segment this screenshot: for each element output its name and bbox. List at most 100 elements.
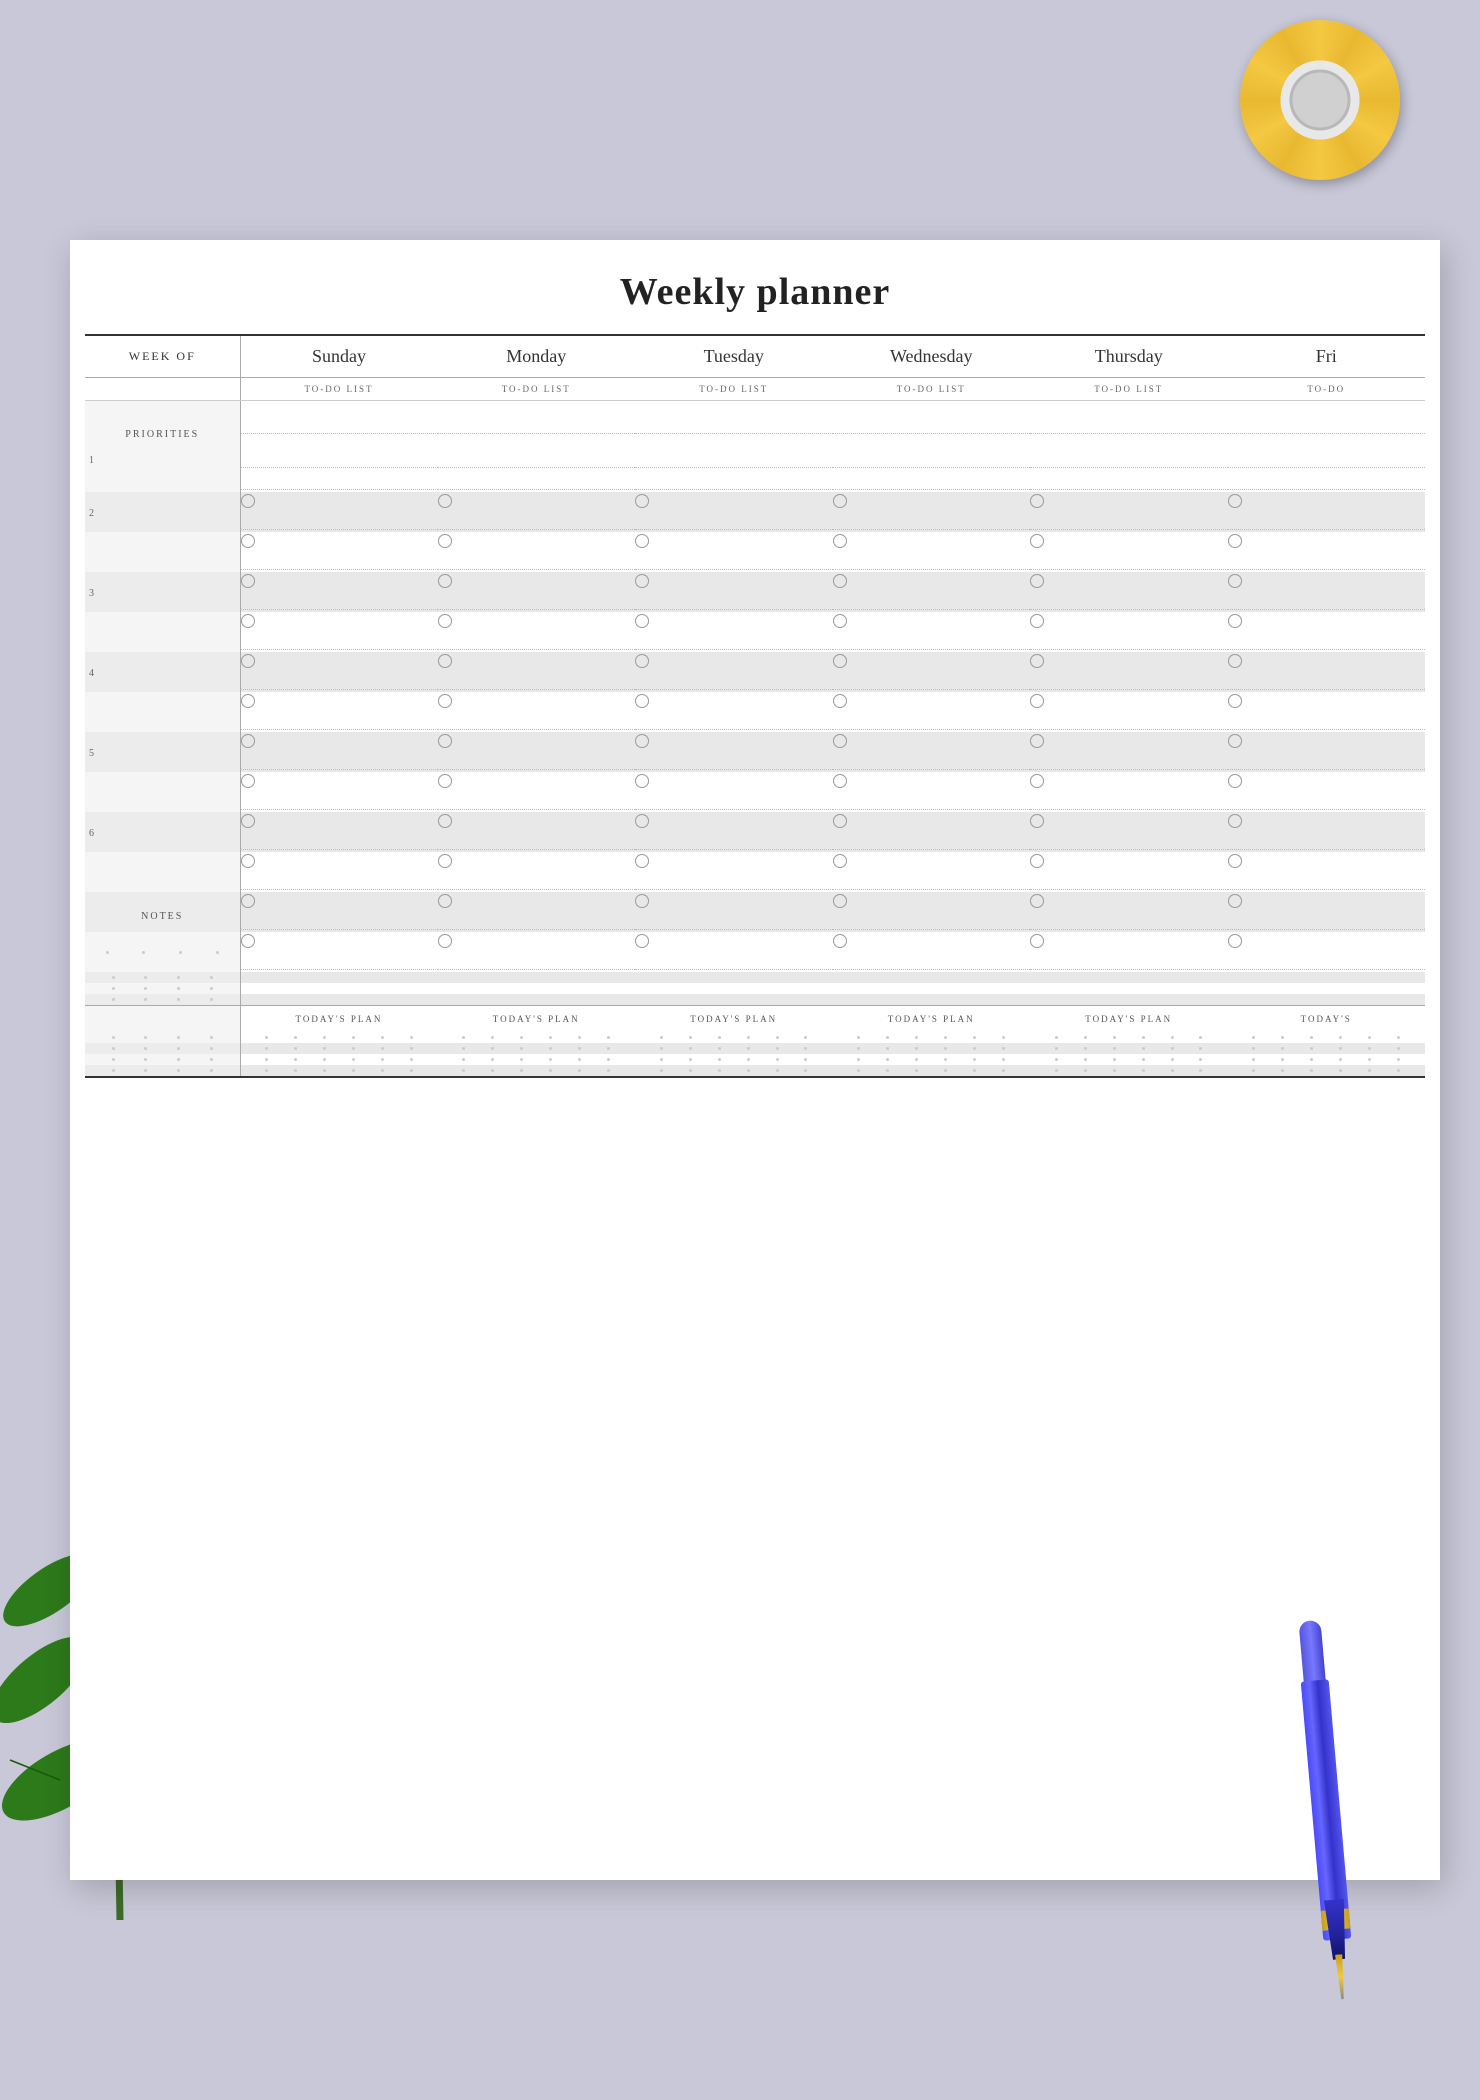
priority-2-num: 2 [85, 506, 240, 519]
tue-p4a [635, 652, 833, 692]
tue-p6b [635, 852, 833, 892]
checkbox-circle [833, 934, 847, 948]
checkbox-circle [438, 734, 452, 748]
fri-p5b [1228, 772, 1426, 812]
priority-4-num: 4 [85, 666, 240, 679]
notes-row-a: NOTES [85, 892, 1425, 932]
notes-dots-row-2 [85, 983, 1425, 994]
fri-plan-dots [1228, 1032, 1426, 1043]
thu-todays-plan: TODAY'S PLAN [1030, 1006, 1228, 1033]
sun-plan-dots3 [240, 1054, 438, 1065]
checkbox-circle [1228, 734, 1242, 748]
checkbox-circle [1228, 774, 1242, 788]
planner-title: Weekly planner [70, 240, 1440, 334]
thu-p3a [1030, 572, 1228, 612]
checkbox-circle [1228, 934, 1242, 948]
priority-6-num: 6 [85, 826, 240, 839]
checkbox-circle [635, 854, 649, 868]
checkbox-circle [635, 814, 649, 828]
sun-p6b [240, 852, 438, 892]
mon-note-a [438, 892, 636, 932]
tape-roll-decoration [1240, 20, 1400, 180]
sun-todays-plan: TODAY'S PLAN [240, 1006, 438, 1033]
sun-p5a [240, 732, 438, 772]
mon-p1b [438, 470, 636, 492]
tue-plan-dots [635, 1032, 833, 1043]
checkbox-circle [438, 814, 452, 828]
fri-note-a [1228, 892, 1426, 932]
thu-p6a [1030, 812, 1228, 852]
thu-plan-dots4 [1030, 1065, 1228, 1077]
planner-table: WEEK OF Sunday Monday Tuesday Wednesday … [85, 334, 1425, 1078]
tue-p3b [635, 612, 833, 652]
fri-p6a [1228, 812, 1426, 852]
wed-p2a [833, 492, 1031, 532]
tuesday-todo-label: TO-DO LIST [635, 378, 833, 401]
sun-note-b [240, 932, 438, 972]
thu-p4a [1030, 652, 1228, 692]
wednesday-header: Wednesday [833, 335, 1031, 378]
checkbox-circle [833, 854, 847, 868]
mon-p3a [438, 572, 636, 612]
wed-plan-dots4 [833, 1065, 1031, 1077]
week-col-subheader [85, 378, 240, 401]
fri-p1a [1228, 448, 1426, 470]
priority-1-num: 1 [85, 453, 240, 466]
fri-line1 [1228, 401, 1426, 449]
tue-p4b [635, 692, 833, 732]
sun-note-a [240, 892, 438, 932]
checkbox-circle [635, 694, 649, 708]
sun-p6a [240, 812, 438, 852]
tue-p1a [635, 448, 833, 470]
priority-5-row-b [85, 772, 1425, 812]
tuesday-header: Tuesday [635, 335, 833, 378]
checkbox-circle [438, 894, 452, 908]
checkbox-circle [241, 814, 255, 828]
sun-p2a [240, 492, 438, 532]
thu-plan-dots [1030, 1032, 1228, 1043]
checkbox-circle [1030, 894, 1044, 908]
notes-label: NOTES [85, 899, 240, 926]
checkbox-circle [635, 494, 649, 508]
wed-p4b [833, 692, 1031, 732]
priority-6-row-a: 6 [85, 812, 1425, 852]
sun-p5b [240, 772, 438, 812]
wed-p1a [833, 448, 1031, 470]
fri-p2b [1228, 532, 1426, 572]
checkbox-circle [1030, 654, 1044, 668]
sun-plan-dots2 [240, 1043, 438, 1054]
fri-p6b [1228, 852, 1426, 892]
wed-p5b [833, 772, 1031, 812]
mon-p1a [438, 448, 636, 470]
wed-todays-plan: TODAY'S PLAN [833, 1006, 1031, 1033]
priority-2-row-a: 2 [85, 492, 1425, 532]
mon-p5b [438, 772, 636, 812]
tue-plan-dots4 [635, 1065, 833, 1077]
fri-p3a [1228, 572, 1426, 612]
checkbox-circle [1030, 534, 1044, 548]
checkbox-circle [833, 574, 847, 588]
mon-plan-dots3 [438, 1054, 636, 1065]
tue-p2a [635, 492, 833, 532]
checkbox-circle [833, 734, 847, 748]
tue-p6a [635, 812, 833, 852]
checkbox-circle [1228, 494, 1242, 508]
tue-note-a [635, 892, 833, 932]
checkbox-circle [635, 934, 649, 948]
checkbox-circle [438, 494, 452, 508]
checkbox-circle [833, 534, 847, 548]
priority-3-num: 3 [85, 586, 240, 599]
checkbox-circle [635, 574, 649, 588]
checkbox-circle [1030, 734, 1044, 748]
checkbox-circle [1030, 854, 1044, 868]
checkbox-circle [241, 854, 255, 868]
wed-p6a [833, 812, 1031, 852]
thu-p4b [1030, 692, 1228, 732]
checkbox-circle [833, 894, 847, 908]
mon-p6b [438, 852, 636, 892]
notes-row-b [85, 932, 1425, 972]
fri-plan-dots3 [1228, 1054, 1426, 1065]
tue-p5a [635, 732, 833, 772]
friday-header: Fri [1228, 335, 1426, 378]
fri-p3b [1228, 612, 1426, 652]
